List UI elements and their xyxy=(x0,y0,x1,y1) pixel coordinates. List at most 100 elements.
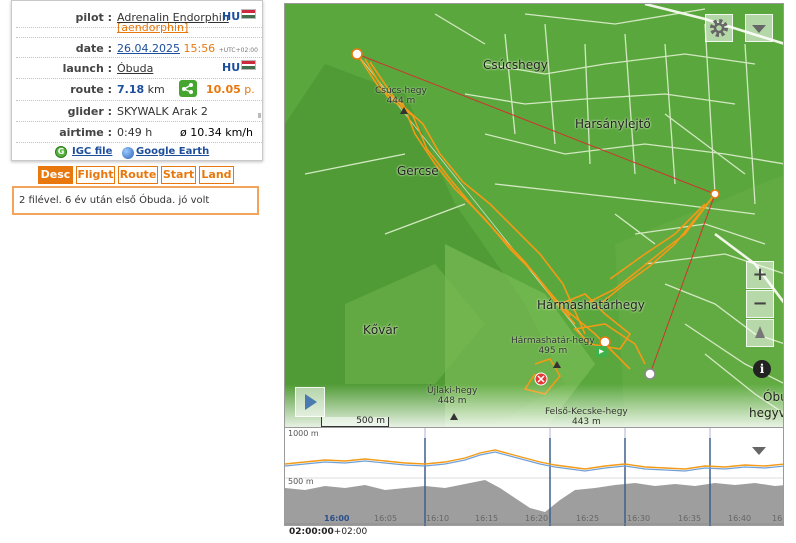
chevron-down-icon xyxy=(752,25,766,33)
map-settings-button[interactable] xyxy=(705,14,733,42)
zoom-in-button[interactable]: + xyxy=(746,261,774,289)
route-row: route : 7.18 km 10.05 p. xyxy=(16,79,262,101)
gear-icon xyxy=(710,19,728,37)
tab-desc[interactable]: Desc xyxy=(38,166,73,184)
chevron-down-icon xyxy=(752,447,766,455)
route-unit: km xyxy=(147,83,165,96)
place-label: Kővár xyxy=(363,323,398,337)
place-label: Hármashatárhegy xyxy=(537,298,645,312)
route-points: 10.05 p. xyxy=(206,83,255,96)
glider-value: SKYWALK Arak 2 xyxy=(117,105,208,118)
launch-marker-icon[interactable] xyxy=(351,48,363,60)
info-icon[interactable]: i xyxy=(753,360,771,378)
place-label: Gercse xyxy=(397,164,439,178)
card-scrollbar[interactable] xyxy=(258,113,261,118)
flight-description: 2 filével. 6 év után első Óbuda. jó volt xyxy=(12,186,259,215)
date-link[interactable]: 26.04.2025 xyxy=(117,42,180,55)
map-scale-bar: 500 m xyxy=(321,417,389,427)
peak-label: Felső-Kecske-hegy 443 m xyxy=(545,407,628,427)
launch-row: launch : Óbuda HU xyxy=(16,58,262,79)
google-earth-link[interactable]: Google Earth xyxy=(136,146,209,157)
time-readout: 02:00:00+02:00 xyxy=(289,527,367,537)
place-label: Csúcshegy xyxy=(483,58,548,72)
peak-name: Felső-Kecske-hegy xyxy=(545,407,628,417)
altitude-chart[interactable]: 1000 m 500 m 16:00 16:05 16:10 16:15 16:… xyxy=(284,428,784,526)
average-speed: ø 10.34 km/h xyxy=(180,126,253,139)
tab-land[interactable]: Land xyxy=(199,166,234,184)
takeoff-marker-icon[interactable] xyxy=(599,336,611,348)
chart-collapse-toggle[interactable] xyxy=(745,436,773,464)
flight-info-card: pilot : Adrenalin Endorphin HU [aendorph… xyxy=(11,0,263,161)
x-tick-label: 16:20 xyxy=(525,514,549,523)
place-label: hegyv xyxy=(749,406,784,420)
igc-file-icon: G xyxy=(55,146,67,158)
tab-flight[interactable]: Flight xyxy=(76,166,115,184)
glider-position-icon[interactable] xyxy=(596,346,607,357)
hungary-flag-icon xyxy=(241,9,256,19)
x-tick-label: 16:15 xyxy=(475,514,499,523)
launch-country-code: HU xyxy=(222,61,241,74)
play-button[interactable] xyxy=(295,387,325,417)
finish-marker-icon[interactable] xyxy=(644,368,656,380)
peak-elevation: 448 m xyxy=(437,396,467,406)
x-tick-label: 16:30 xyxy=(627,514,651,523)
landing-marker-icon[interactable] xyxy=(534,372,548,386)
launch-link[interactable]: Óbuda xyxy=(117,62,153,75)
peak-label: Hármashatár-hegy 495 m xyxy=(511,336,595,356)
route-label: route : xyxy=(70,83,112,96)
peak-name: Hármashatár-hegy xyxy=(511,336,595,346)
time-readout-zone: +02:00 xyxy=(333,527,368,537)
timezone-value: +UTC+02:00 xyxy=(218,47,258,54)
peak-elevation: 495 m xyxy=(538,346,568,356)
hungary-flag-icon xyxy=(241,60,256,70)
file-links: G IGC file Google Earth xyxy=(12,144,262,160)
x-tick-label: 16:10 xyxy=(426,514,450,523)
time-value: 15:56 xyxy=(183,42,216,55)
peak-label: Újlaki-hegy 448 m xyxy=(427,386,477,406)
pilot-label: pilot : xyxy=(75,11,112,24)
compass-arrow-icon xyxy=(755,326,765,338)
igc-file-link[interactable]: IGC file xyxy=(72,146,112,157)
map-layers-toggle[interactable] xyxy=(745,14,773,42)
google-earth-icon xyxy=(122,147,134,159)
y-axis-label: 1000 m xyxy=(288,429,319,438)
pilot-country-code: HU xyxy=(222,10,241,23)
x-tick-label: 16:25 xyxy=(576,514,600,523)
airtime-label: airtime : xyxy=(59,126,112,139)
peak-elevation: 444 m xyxy=(386,96,416,106)
x-tick-label: 16:35 xyxy=(678,514,702,523)
date-label: date : xyxy=(75,42,112,55)
pilot-handle-link[interactable]: [aendorphin] xyxy=(117,21,188,34)
glider-label: glider : xyxy=(67,105,112,118)
peak-label: Csúcs-hegy 444 m xyxy=(375,86,427,106)
turnpoint-marker-icon[interactable] xyxy=(710,189,720,199)
x-tick-label: 16:05 xyxy=(374,514,398,523)
route-type-icon[interactable] xyxy=(179,80,197,97)
airtime-row: airtime : 0:49 h ø 10.34 km/h xyxy=(16,122,262,143)
tab-route[interactable]: Route xyxy=(118,166,158,184)
peak-elevation: 443 m xyxy=(571,417,601,427)
route-points-value: 10.05 xyxy=(206,83,241,96)
glider-row: glider : SKYWALK Arak 2 xyxy=(16,101,262,122)
launch-label: launch : xyxy=(62,62,112,75)
points-unit: p. xyxy=(244,83,255,96)
x-tick-label: 16:4 xyxy=(772,514,783,523)
x-tick-label: 16:40 xyxy=(728,514,752,523)
altitude-chart-canvas[interactable] xyxy=(285,428,784,526)
flight-map[interactable]: Csúcshegy Harsánylejtő Gercse Hármashatá… xyxy=(284,3,784,428)
date-value: 26.04.2025 15:56 +UTC+02:00 xyxy=(117,42,258,55)
route-distance: 7.18 km xyxy=(117,83,165,96)
peak-name: Csúcs-hegy xyxy=(375,86,427,96)
airtime-value: 0:49 h xyxy=(117,126,153,139)
peak-name: Újlaki-hegy xyxy=(427,386,478,396)
y-axis-label: 500 m xyxy=(288,477,314,486)
date-row: date : 26.04.2025 15:56 +UTC+02:00 xyxy=(16,37,262,58)
reset-north-button[interactable] xyxy=(746,319,774,347)
place-label: Óbu xyxy=(763,390,783,404)
play-icon xyxy=(305,394,317,410)
tab-start[interactable]: Start xyxy=(161,166,196,184)
time-readout-value: 02:00:00 xyxy=(289,527,334,537)
route-distance-value: 7.18 xyxy=(117,83,145,96)
place-label: Harsánylejtő xyxy=(575,117,651,131)
zoom-out-button[interactable]: − xyxy=(746,290,774,318)
